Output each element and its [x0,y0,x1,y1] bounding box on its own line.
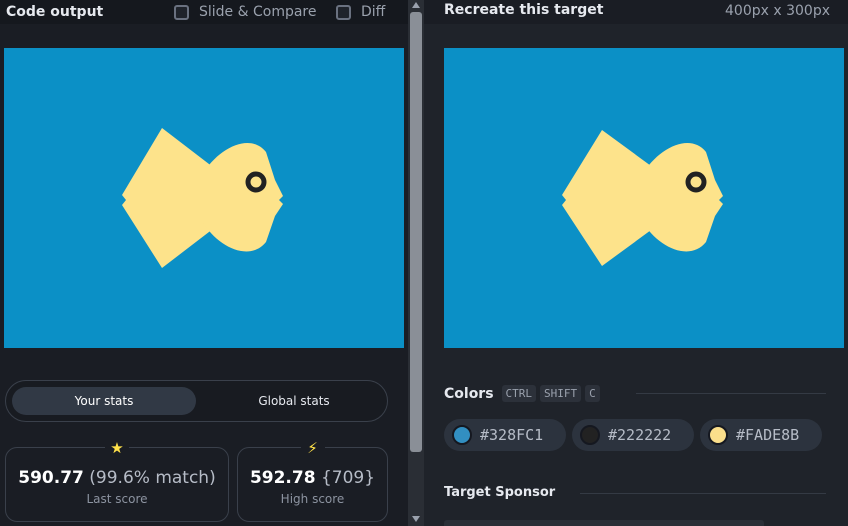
color-swatch [708,425,728,445]
color-chip-blue[interactable]: #328FC1 [444,419,566,451]
high-score-chars: {709} [320,468,376,488]
high-score-line: 592.78 {709} [238,468,387,488]
high-score-value: 592.78 [249,468,316,488]
diff-toggle[interactable]: Diff [336,4,385,20]
last-score-line: 590.77 (99.6% match) [6,468,228,488]
star-icon: ★ [105,439,129,457]
colors-divider [636,393,826,394]
color-swatch [580,425,600,445]
target-title: Recreate this target [444,2,604,18]
tab-your-stats[interactable]: Your stats [12,387,196,415]
sponsor-content [444,520,764,526]
slide-compare-toggle[interactable]: Slide & Compare [174,4,317,20]
key-ctrl: CTRL [501,385,537,402]
panel-scrollbar[interactable] [408,0,424,526]
high-score-card: ⚡ 592.78 {709} High score [237,439,388,522]
color-hex-label: #FADE8B [736,426,800,444]
code-output-header: Code output Slide & Compare Diff [0,0,408,24]
stats-tab-switcher: Your stats Global stats [5,380,388,422]
color-swatch [452,425,472,445]
high-score-caption: High score [280,492,345,506]
code-output-canvas[interactable] [4,48,404,348]
slide-compare-checkbox[interactable] [174,4,189,20]
scroll-thumb[interactable] [410,12,422,452]
color-hex-label: #328FC1 [480,426,544,444]
key-shift: SHIFT [540,385,582,402]
last-score-card: ★ 590.77 (99.6% match) Last score [5,439,229,522]
target-fish-image [562,130,723,266]
target-header: Recreate this target 400px x 300px [424,0,848,24]
diff-checkbox[interactable] [336,4,351,20]
target-sponsor-label: Target Sponsor [444,485,556,500]
color-chip-dark[interactable]: #222222 [572,419,694,451]
last-score-match: (99.6% match) [89,468,216,488]
slide-compare-label: Slide & Compare [199,4,317,20]
colors-heading: Colors CTRL SHIFT C [444,385,604,402]
last-score-caption: Last score [86,492,148,506]
lightning-icon: ⚡ [300,439,325,457]
target-dimensions: 400px x 300px [725,3,830,19]
fish-image [122,128,283,268]
color-hex-label: #222222 [608,426,672,444]
last-score-value: 590.77 [18,468,84,488]
scroll-up-arrow-icon[interactable] [412,2,420,8]
code-output-title: Code output [6,4,104,20]
fish-body [202,143,283,252]
scroll-down-arrow-icon[interactable] [412,516,420,522]
code-output-panel: Code output Slide & Compare Diff Your st… [0,0,408,526]
fish-body [642,143,723,252]
colors-label: Colors [444,385,494,402]
key-c: C [585,385,600,402]
target-canvas [444,48,844,348]
color-chip-yellow[interactable]: #FADE8B [700,419,822,451]
tab-global-stats[interactable]: Global stats [202,387,386,415]
sponsor-divider [580,493,826,494]
diff-label: Diff [361,4,386,20]
